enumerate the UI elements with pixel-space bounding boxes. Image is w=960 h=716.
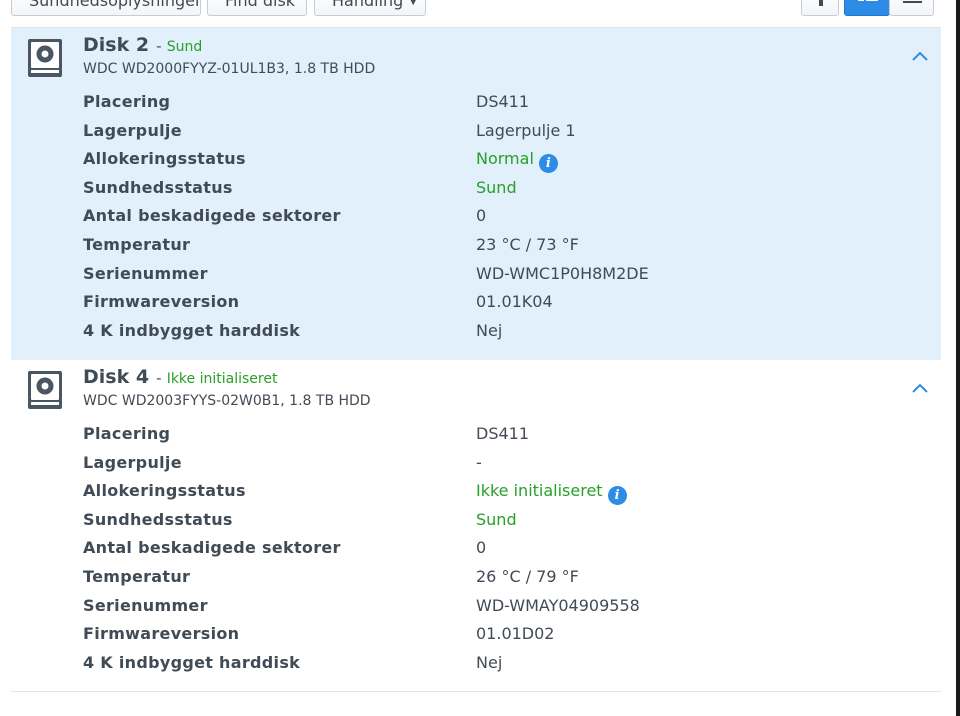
prop-label: Sundhedsstatus bbox=[83, 509, 233, 529]
info-icon[interactable]: i bbox=[607, 486, 627, 506]
prop-label: Temperatur bbox=[83, 234, 191, 254]
prop-row-allocation-status: Allokeringsstatus Ikke initialiseret i bbox=[83, 479, 923, 508]
prop-value: 0 bbox=[476, 538, 487, 558]
prop-label: Antal beskadigede sektorer bbox=[83, 206, 341, 226]
disk-properties: Placering DS411 Lagerpulje - Allokerings… bbox=[83, 422, 923, 679]
prop-row-allocation-status: Allokeringsstatus Normal i bbox=[83, 147, 923, 176]
prop-row-bad-sectors: Antal beskadigede sektorer 0 bbox=[83, 204, 923, 233]
prop-row-location: Placering DS411 bbox=[83, 90, 923, 119]
prop-label: Lagerpulje bbox=[83, 452, 182, 472]
prop-label: 4 K indbygget harddisk bbox=[83, 652, 301, 672]
caret-down-icon: ▼ bbox=[409, 0, 418, 7]
prop-value: Lagerpulje 1 bbox=[476, 120, 576, 140]
disk-status: Ikke initialiseret bbox=[166, 371, 278, 387]
title-separator: - bbox=[156, 369, 162, 387]
view-toggle-compact[interactable] bbox=[889, 0, 934, 16]
disk-name: Disk 2 bbox=[83, 34, 150, 56]
prop-value: Nej bbox=[476, 652, 503, 672]
prop-row-4k-native: 4 K indbygget harddisk Nej bbox=[83, 651, 923, 680]
prop-row-serial-number: Serienummer WD-WMAY04909558 bbox=[83, 594, 923, 623]
prop-label: Firmwareversion bbox=[83, 624, 240, 644]
prop-label: Serienummer bbox=[83, 263, 208, 283]
prop-label: Placering bbox=[83, 424, 171, 443]
disk-model: WDC WD2003FYYS-02W0B1, 1.8 TB HDD bbox=[83, 393, 371, 409]
prop-label: Firmwareversion bbox=[83, 292, 240, 312]
info-view-icon bbox=[819, 0, 823, 6]
title-separator: - bbox=[156, 37, 162, 55]
prop-label: Allokeringsstatus bbox=[83, 481, 246, 501]
prop-value: 23 °C / 73 °F bbox=[476, 234, 579, 254]
window-edge bbox=[956, 0, 960, 716]
view-toggle-detail[interactable] bbox=[844, 0, 890, 16]
info-icon[interactable]: i bbox=[538, 154, 558, 174]
prop-row-firmware: Firmwareversion 01.01D02 bbox=[83, 622, 923, 651]
toolbar: Sundhedsoplysninger Find disk Handling ▼ bbox=[0, 0, 956, 27]
prop-row-serial-number: Serienummer WD-WMC1P0H8M2DE bbox=[83, 262, 923, 291]
prop-value: DS411 bbox=[476, 92, 530, 111]
disk-title: Disk 4 - Ikke initialiseret bbox=[83, 366, 277, 388]
find-disk-button[interactable]: Find disk bbox=[207, 0, 307, 16]
chevron-up-icon[interactable] bbox=[911, 380, 929, 398]
disk-item[interactable]: Disk 4 - Ikke initialiseret WDC WD2003FY… bbox=[11, 360, 941, 692]
prop-value-wrap: Ikke initialiseret i bbox=[476, 479, 627, 506]
chevron-up-icon[interactable] bbox=[911, 48, 929, 66]
prop-value: WD-WMC1P0H8M2DE bbox=[476, 263, 649, 283]
prop-value: WD-WMAY04909558 bbox=[476, 595, 640, 615]
disk-item[interactable]: Disk 2 - Sund WDC WD2000FYYZ-01UL1B3, 1.… bbox=[11, 28, 941, 360]
disk-model: WDC WD2000FYYZ-01UL1B3, 1.8 TB HDD bbox=[83, 61, 376, 77]
prop-row-temperature: Temperatur 26 °C / 79 °F bbox=[83, 565, 923, 594]
prop-label: Allokeringsstatus bbox=[83, 149, 246, 169]
prop-label: Placering bbox=[83, 92, 171, 111]
compact-list-icon bbox=[903, 1, 922, 3]
prop-value: Normal bbox=[476, 149, 534, 169]
disk-title: Disk 2 - Sund bbox=[83, 34, 202, 56]
prop-label: Antal beskadigede sektorer bbox=[83, 538, 341, 558]
disk-status: Sund bbox=[166, 39, 203, 55]
prop-value: Sund bbox=[476, 177, 517, 197]
disk-properties: Placering DS411 Lagerpulje Lagerpulje 1 … bbox=[83, 90, 923, 347]
prop-row-location: Placering DS411 bbox=[83, 422, 923, 451]
detail-list-icon bbox=[858, 0, 878, 1]
prop-value: Sund bbox=[476, 509, 517, 529]
hard-disk-icon bbox=[28, 39, 62, 77]
prop-row-firmware: Firmwareversion 01.01K04 bbox=[83, 290, 923, 319]
prop-value: Ikke initialiseret bbox=[476, 481, 603, 501]
prop-row-bad-sectors: Antal beskadigede sektorer 0 bbox=[83, 536, 923, 565]
action-menu-button[interactable]: Handling ▼ bbox=[314, 0, 426, 16]
view-toggle-info[interactable] bbox=[801, 0, 839, 16]
prop-value: - bbox=[476, 452, 482, 472]
prop-label: 4 K indbygget harddisk bbox=[83, 320, 301, 340]
action-menu-label: Handling bbox=[332, 0, 404, 10]
disk-name: Disk 4 bbox=[83, 366, 150, 388]
prop-value: Nej bbox=[476, 320, 503, 340]
prop-row-storage-pool: Lagerpulje Lagerpulje 1 bbox=[83, 119, 923, 148]
prop-value: 01.01K04 bbox=[476, 292, 553, 312]
prop-row-health-status: Sundhedsstatus Sund bbox=[83, 176, 923, 205]
hard-disk-icon bbox=[28, 371, 62, 409]
prop-value: DS411 bbox=[476, 424, 530, 443]
prop-row-storage-pool: Lagerpulje - bbox=[83, 451, 923, 480]
prop-row-temperature: Temperatur 23 °C / 73 °F bbox=[83, 233, 923, 262]
disk-list: Disk 2 - Sund WDC WD2000FYYZ-01UL1B3, 1.… bbox=[11, 27, 941, 692]
prop-label: Lagerpulje bbox=[83, 120, 182, 140]
prop-label: Sundhedsstatus bbox=[83, 177, 233, 197]
health-info-button[interactable]: Sundhedsoplysninger bbox=[11, 0, 201, 16]
prop-label: Serienummer bbox=[83, 595, 208, 615]
prop-value: 26 °C / 79 °F bbox=[476, 566, 579, 586]
prop-row-4k-native: 4 K indbygget harddisk Nej bbox=[83, 319, 923, 348]
prop-value-wrap: Normal i bbox=[476, 147, 558, 174]
prop-label: Temperatur bbox=[83, 566, 191, 586]
prop-value: 01.01D02 bbox=[476, 624, 555, 644]
prop-row-health-status: Sundhedsstatus Sund bbox=[83, 508, 923, 537]
prop-value: 0 bbox=[476, 206, 487, 226]
